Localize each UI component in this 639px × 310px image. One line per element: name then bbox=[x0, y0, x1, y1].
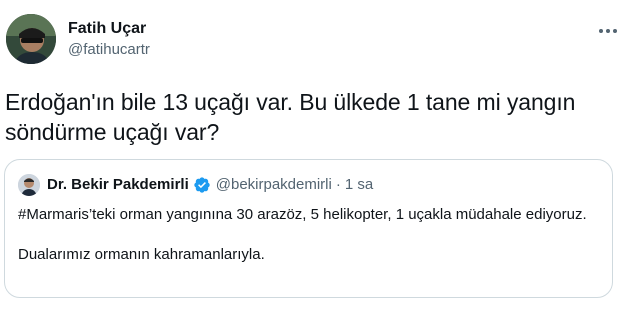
quoted-author-avatar[interactable] bbox=[18, 174, 40, 196]
separator-dot: · bbox=[335, 176, 341, 193]
quoted-author-name[interactable]: Dr. Bekir Pakdemirli bbox=[47, 175, 189, 195]
verified-badge-icon bbox=[193, 176, 211, 194]
author-avatar[interactable] bbox=[6, 14, 56, 64]
quoted-tweet-timestamp[interactable]: 1 sa bbox=[345, 175, 373, 195]
tweet-text: Erdoğan'ın bile 13 uçağı var. Bu ülkede … bbox=[5, 89, 576, 145]
tweet: Fatih Uçar @fatihucartr Erdoğan'ın bile … bbox=[0, 0, 639, 310]
quoted-tweet-header: Dr. Bekir Pakdemirli @bekirpakdemirli · … bbox=[47, 175, 373, 195]
quoted-tweet-text: #Marmaris’teki orman yangınına 30 arazöz… bbox=[18, 205, 603, 265]
quoted-tweet-paragraph: Dualarımız ormanın kahramanlarıyla. bbox=[18, 246, 265, 263]
quoted-author-handle[interactable]: @bekirpakdemirli bbox=[216, 175, 332, 195]
quoted-tweet-card[interactable]: Dr. Bekir Pakdemirli @bekirpakdemirli · … bbox=[4, 159, 613, 298]
more-options-icon[interactable] bbox=[594, 21, 622, 41]
quoted-tweet-paragraph: #Marmaris’teki orman yangınına 30 arazöz… bbox=[18, 206, 587, 223]
author-name[interactable]: Fatih Uçar bbox=[68, 19, 146, 39]
author-handle[interactable]: @fatihucartr bbox=[68, 40, 150, 60]
